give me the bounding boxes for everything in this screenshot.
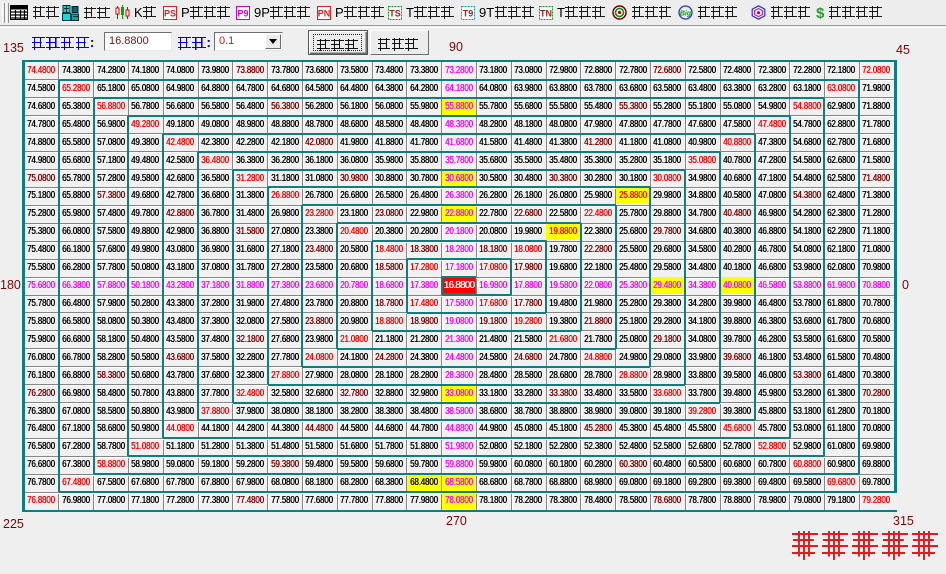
svg-text:PS: PS [164, 8, 176, 18]
svg-text:TS: TS [389, 8, 401, 18]
svg-text:TN: TN [540, 8, 552, 18]
svg-text:PN: PN [318, 8, 331, 18]
svg-text:P9: P9 [237, 8, 248, 18]
svg-text:Big: Big [680, 11, 692, 18]
svg-text:T9: T9 [463, 8, 474, 18]
